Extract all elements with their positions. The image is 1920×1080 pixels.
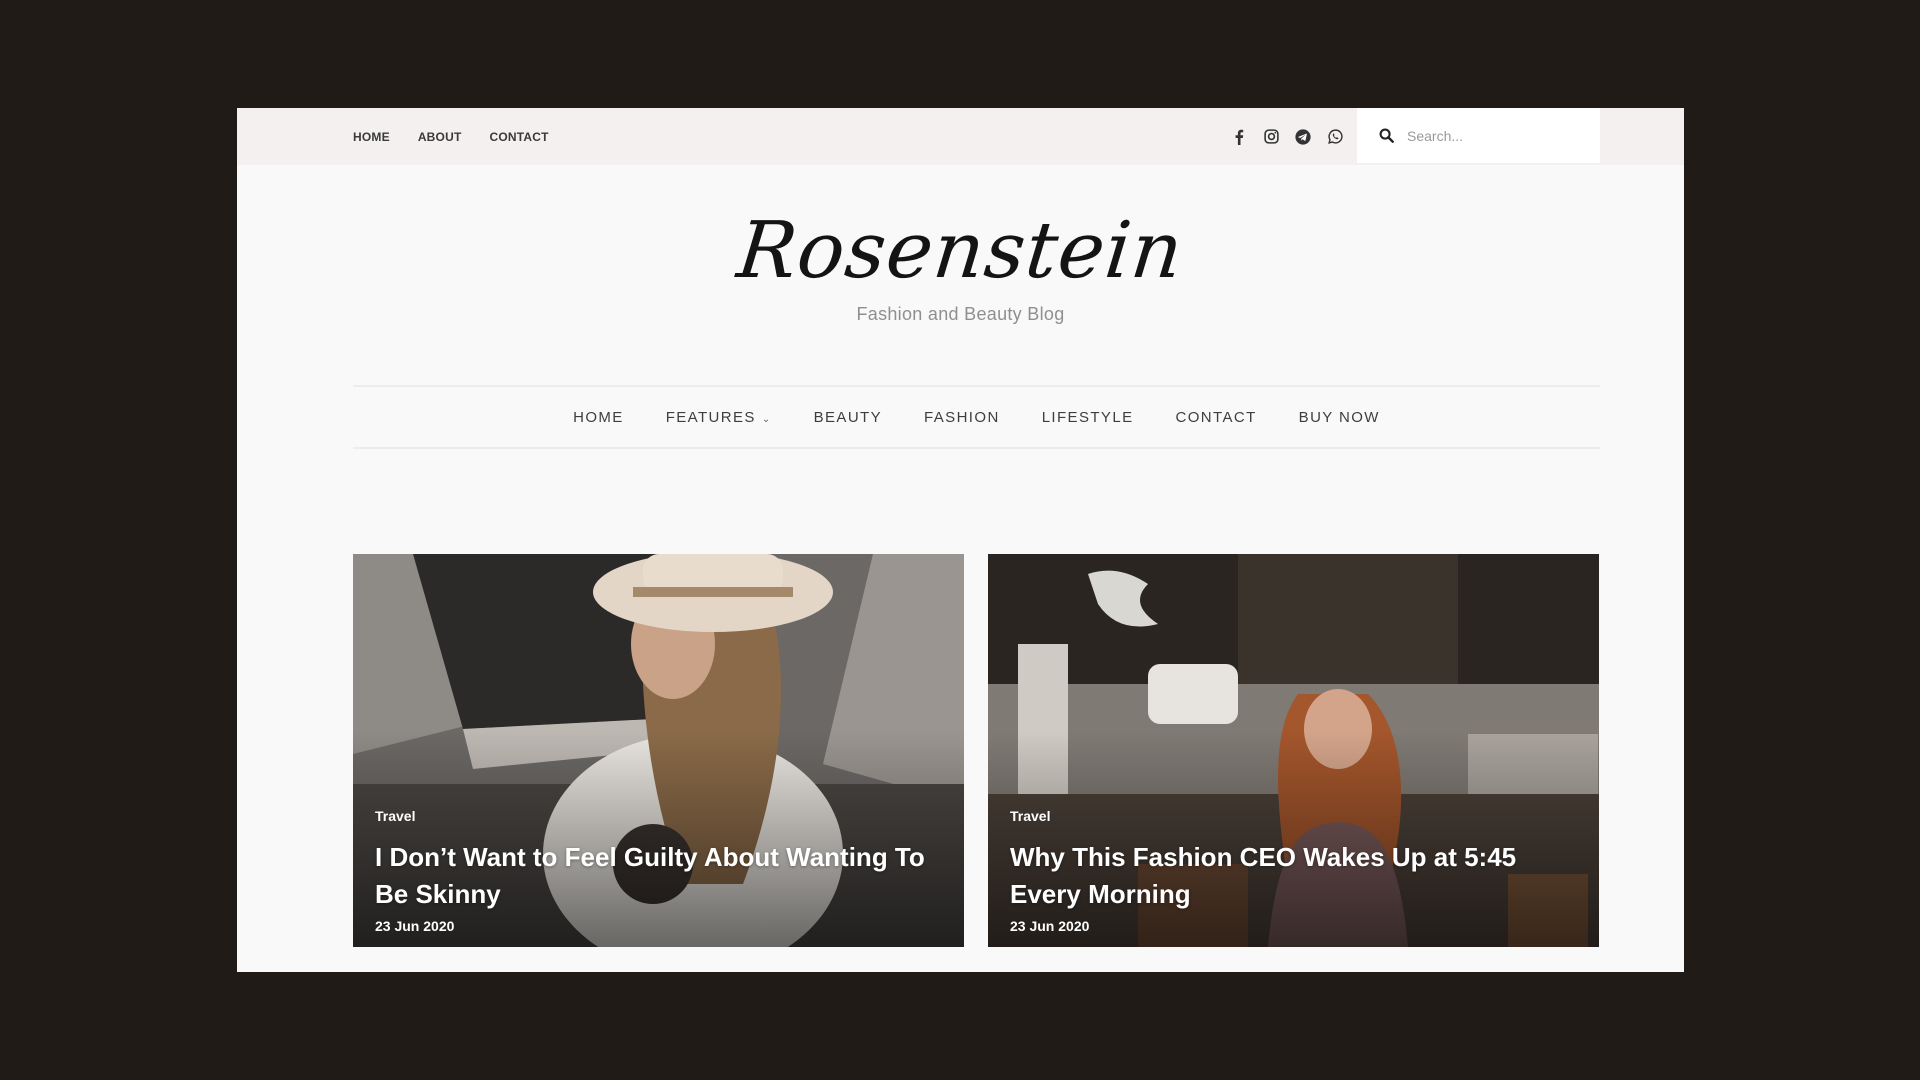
top-nav-about[interactable]: ABOUT	[418, 130, 462, 144]
site-logo[interactable]: Rosenstein	[733, 206, 1187, 296]
search-input[interactable]	[1405, 126, 1589, 145]
post-card[interactable]: Travel Why This Fashion CEO Wakes Up at …	[988, 554, 1599, 947]
chevron-down-icon: ⌄	[761, 413, 772, 425]
main-nav-beauty[interactable]: BEAUTY	[814, 409, 882, 426]
main-nav-home[interactable]: HOME	[573, 409, 624, 426]
telegram-icon[interactable]	[1293, 127, 1313, 147]
main-nav-features-label: FEATURES	[665, 408, 756, 426]
post-title[interactable]: Why This Fashion CEO Wakes Up at 5:45 Ev…	[1010, 839, 1580, 913]
main-nav: HOME FEATURES ⌄ BEAUTY FASHION LIFESTYLE …	[353, 385, 1600, 449]
logo-area: Rosenstein	[237, 206, 1684, 296]
instagram-icon[interactable]	[1261, 127, 1281, 147]
main-nav-contact[interactable]: CONTACT	[1175, 409, 1256, 426]
whatsapp-icon[interactable]	[1325, 127, 1345, 147]
search-box[interactable]	[1357, 108, 1600, 163]
top-nav: HOME ABOUT CONTACT	[353, 108, 549, 165]
post-date: 23 Jun 2020	[1010, 918, 1090, 934]
facebook-icon[interactable]	[1229, 127, 1249, 147]
site-tagline: Fashion and Beauty Blog	[856, 304, 1065, 324]
top-bar: HOME ABOUT CONTACT	[237, 108, 1684, 165]
post-category[interactable]: Travel	[375, 808, 415, 824]
main-nav-features[interactable]: FEATURES ⌄	[666, 409, 772, 426]
post-title[interactable]: I Don’t Want to Feel Guilty About Wantin…	[375, 839, 945, 913]
main-nav-lifestyle[interactable]: LIFESTYLE	[1042, 409, 1134, 426]
website-frame: HOME ABOUT CONTACT Rosenstei	[237, 108, 1684, 972]
social-links	[1229, 108, 1345, 165]
main-nav-fashion[interactable]: FASHION	[924, 409, 1000, 426]
post-card[interactable]: Travel I Don’t Want to Feel Guilty About…	[353, 554, 964, 947]
post-category[interactable]: Travel	[1010, 808, 1050, 824]
main-nav-buy-now[interactable]: BUY NOW	[1299, 409, 1380, 426]
search-icon	[1379, 128, 1395, 144]
top-nav-contact[interactable]: CONTACT	[489, 130, 548, 144]
post-date: 23 Jun 2020	[375, 918, 455, 934]
top-nav-home[interactable]: HOME	[353, 130, 390, 144]
